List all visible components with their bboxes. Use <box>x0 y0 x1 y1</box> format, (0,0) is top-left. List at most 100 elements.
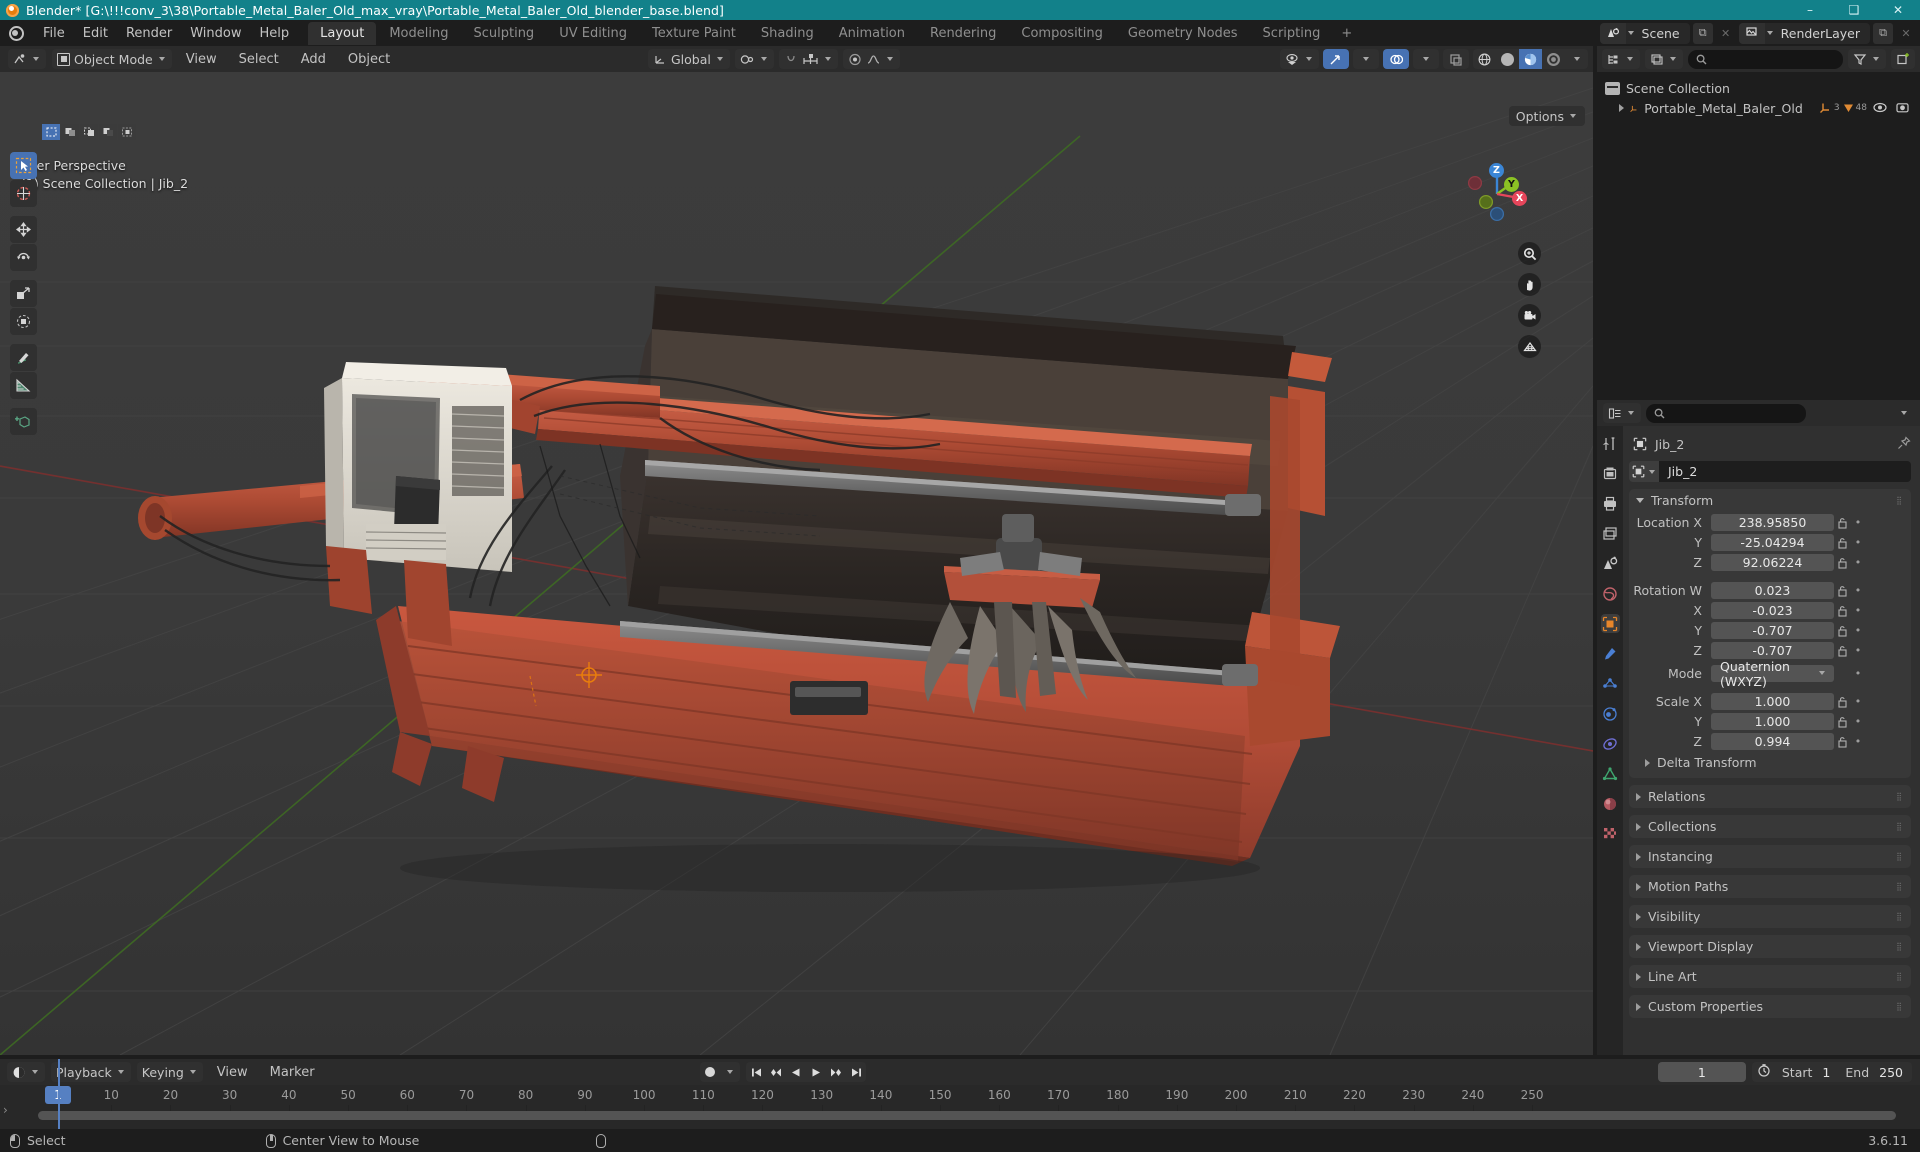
drag-grip-icon[interactable]: ⣿ <box>1896 913 1911 921</box>
jump-start-icon[interactable] <box>746 1062 766 1082</box>
tab-viewlayer-icon[interactable] <box>1601 524 1620 543</box>
animate-dot-icon[interactable]: • <box>1851 584 1865 597</box>
gizmo-axis-y[interactable]: Y <box>1504 177 1519 192</box>
lock-icon[interactable] <box>1834 736 1851 748</box>
outliner-filter-button[interactable] <box>1848 49 1886 69</box>
lock-icon[interactable] <box>1834 517 1851 529</box>
timeline-menu-view[interactable]: View <box>209 1063 256 1082</box>
animate-dot-icon[interactable]: • <box>1851 735 1865 748</box>
timeline-channel-expand-icon[interactable]: › <box>3 1103 8 1117</box>
subpanel-delta-transform[interactable]: Delta Transform <box>1629 752 1911 773</box>
frame-range-controls[interactable]: Start 1 End 250 <box>1751 1062 1912 1082</box>
tool-add-cube[interactable] <box>10 408 37 435</box>
snap-pivot-button[interactable] <box>734 49 774 69</box>
row-rotation-w[interactable]: Rotation W 0.023 • <box>1629 581 1911 600</box>
animate-dot-icon[interactable]: • <box>1851 695 1865 708</box>
value-scale-x[interactable]: 1.000 <box>1711 693 1834 710</box>
gizmo-axis-z[interactable]: Z <box>1489 163 1504 178</box>
chevron-right-icon[interactable] <box>1636 822 1641 831</box>
tab-texture-icon[interactable] <box>1601 824 1620 843</box>
value-location-x[interactable]: 238.95850 <box>1711 514 1834 531</box>
row-rotation-mode[interactable]: Mode Quaternion (WXYZ) • <box>1629 659 1911 689</box>
tab-layout[interactable]: Layout <box>308 21 377 45</box>
jump-end-icon[interactable] <box>846 1062 866 1082</box>
hand-icon[interactable] <box>1518 273 1541 296</box>
timeline-editor[interactable]: Playback Keying View Marker 1 Start 1 En… <box>0 1059 1920 1129</box>
tab-object-icon[interactable] <box>1600 614 1620 633</box>
tab-physics-icon[interactable] <box>1601 704 1620 723</box>
tab-modeling[interactable]: Modeling <box>377 22 460 45</box>
object-name-value[interactable]: Jib_2 <box>1659 461 1911 482</box>
tab-constraints-icon[interactable] <box>1601 734 1620 753</box>
outliner-editor-type-button[interactable] <box>1602 49 1640 69</box>
unlink-scene-button[interactable]: ✕ <box>1716 23 1736 44</box>
outliner-new-collection-button[interactable] <box>1891 49 1915 69</box>
shading-rendered[interactable] <box>1542 49 1565 69</box>
menu-select[interactable]: Select <box>231 50 287 69</box>
select-invert-icon[interactable] <box>99 124 117 140</box>
tab-shading[interactable]: Shading <box>749 22 826 45</box>
shading-material-preview[interactable] <box>1519 49 1542 69</box>
proportional-editing-controls[interactable] <box>842 49 900 69</box>
gizmo-axis-x[interactable]: X <box>1512 191 1527 206</box>
end-value[interactable]: 250 <box>1875 1065 1912 1080</box>
panel-relations[interactable]: Relations ⣿ <box>1629 785 1911 808</box>
menu-help[interactable]: Help <box>251 23 299 44</box>
viewport-3d[interactable]: Object Mode View Select Add Object Globa… <box>0 46 1593 1055</box>
scene-selector[interactable]: Scene <box>1599 22 1690 44</box>
panel-relations-header[interactable]: Relations ⣿ <box>1629 785 1911 808</box>
tool-tweak-select[interactable] <box>10 152 37 179</box>
tab-tool-icon[interactable] <box>1601 434 1620 453</box>
shading-solid[interactable] <box>1496 49 1519 69</box>
remove-viewlayer-button[interactable]: ✕ <box>1896 23 1916 44</box>
properties-options-button[interactable] <box>1894 403 1914 424</box>
panel-motion-paths[interactable]: Motion Paths ⣿ <box>1629 875 1911 898</box>
tool-measure[interactable] <box>10 372 37 399</box>
animate-dot-icon[interactable]: • <box>1851 604 1865 617</box>
grid-icon[interactable] <box>1518 335 1541 358</box>
panel-collections[interactable]: Collections ⣿ <box>1629 815 1911 838</box>
row-location-z[interactable]: Z 92.06224 • <box>1629 553 1911 572</box>
current-frame-field[interactable]: 1 <box>1657 1062 1746 1082</box>
menu-render[interactable]: Render <box>117 23 181 44</box>
animate-dot-icon[interactable]: • <box>1851 667 1865 680</box>
tab-scene-icon[interactable] <box>1601 554 1620 573</box>
tool-move[interactable] <box>10 216 37 243</box>
visibility-selector[interactable] <box>1280 49 1319 69</box>
chevron-down-icon[interactable] <box>1636 498 1644 503</box>
camera-render-icon[interactable] <box>1896 101 1910 116</box>
tab-particles-icon[interactable] <box>1601 674 1620 693</box>
row-scale-y[interactable]: Y 1.000 • <box>1629 712 1911 731</box>
animate-dot-icon[interactable]: • <box>1851 644 1865 657</box>
value-scale-z[interactable]: 0.994 <box>1711 733 1834 750</box>
tab-data-icon[interactable] <box>1601 764 1620 783</box>
value-scale-y[interactable]: 1.000 <box>1711 713 1834 730</box>
close-button[interactable]: ✕ <box>1876 0 1920 20</box>
interaction-mode-selector[interactable]: Object Mode <box>52 49 172 69</box>
value-location-z[interactable]: 92.06224 <box>1711 554 1834 571</box>
tool-transform[interactable] <box>10 308 37 335</box>
value-rotation-z[interactable]: -0.707 <box>1711 642 1834 659</box>
panel-viewport-display[interactable]: Viewport Display ⣿ <box>1629 935 1911 958</box>
tool-rotate[interactable] <box>10 244 37 271</box>
tab-modifier-icon[interactable] <box>1601 644 1620 663</box>
panel-instancing[interactable]: Instancing ⣿ <box>1629 845 1911 868</box>
value-rotation-y[interactable]: -0.707 <box>1711 622 1834 639</box>
row-location-x[interactable]: Location X 238.95850 • <box>1629 513 1911 532</box>
auto-keying-dropdown[interactable] <box>720 1062 740 1082</box>
row-rotation-y[interactable]: Y -0.707 • <box>1629 621 1911 640</box>
lock-icon[interactable] <box>1834 716 1851 728</box>
overlays-dropdown[interactable] <box>1413 49 1439 69</box>
panel-line-art[interactable]: Line Art ⣿ <box>1629 965 1911 988</box>
shading-dropdown[interactable] <box>1565 49 1588 69</box>
tab-geometry-nodes[interactable]: Geometry Nodes <box>1116 22 1250 45</box>
drag-grip-icon[interactable]: ⣿ <box>1896 943 1911 951</box>
select-intersect-icon[interactable] <box>118 124 136 140</box>
panel-visibility-header[interactable]: Visibility ⣿ <box>1629 905 1911 928</box>
tab-render-icon[interactable] <box>1601 464 1620 483</box>
animate-dot-icon[interactable]: • <box>1851 536 1865 549</box>
menu-window[interactable]: Window <box>181 23 250 44</box>
snapping-controls[interactable] <box>778 49 838 69</box>
drag-grip-icon[interactable]: ⣿ <box>1896 823 1911 831</box>
next-keyframe-icon[interactable] <box>826 1062 846 1082</box>
